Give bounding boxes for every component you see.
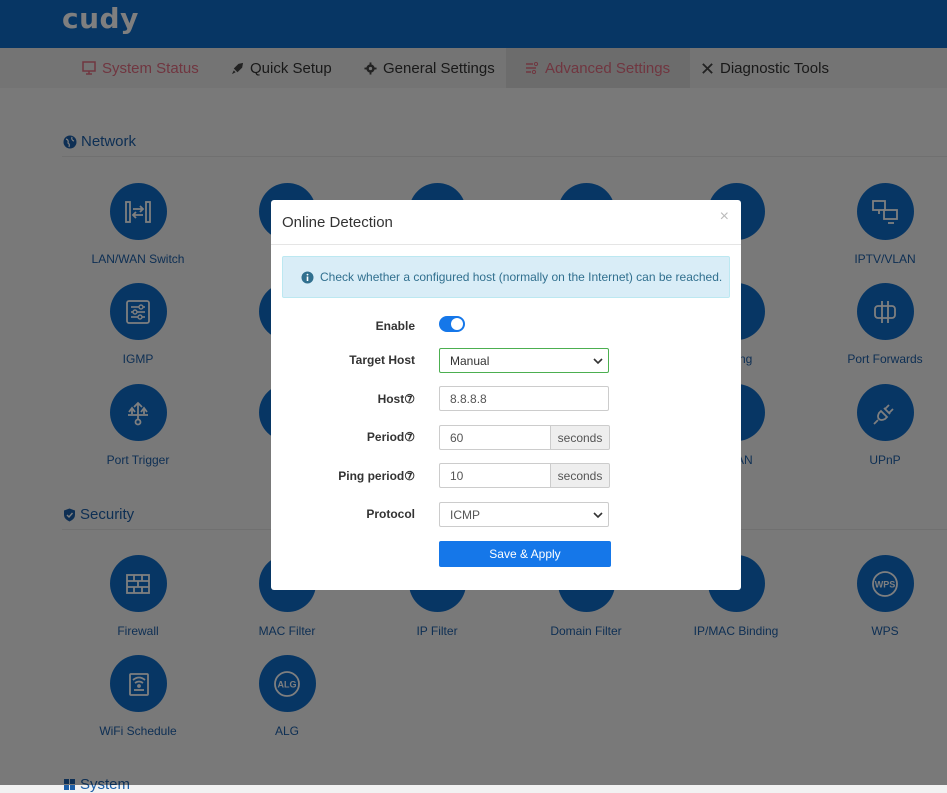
host-label: Host⑦ [377,392,415,406]
ping-period-value: 10 [450,468,464,483]
enable-toggle[interactable] [439,316,465,332]
period-input[interactable]: 60 [439,425,551,450]
protocol-select[interactable]: ICMP [439,502,609,527]
chevron-down-icon [593,511,603,518]
chevron-down-icon [593,357,603,364]
host-input[interactable]: 8.8.8.8 [439,386,609,411]
period-unit: seconds [550,425,610,450]
ping-period-unit: seconds [550,463,610,488]
info-text: Check whether a configured host (normall… [320,270,723,284]
dialog-header-divider [271,244,741,245]
info-alert: Check whether a configured host (normall… [282,256,730,298]
target-host-label: Target Host [349,353,415,367]
close-icon[interactable]: × [720,208,729,226]
target-host-select[interactable]: Manual [439,348,609,373]
online-detection-dialog: Online Detection × Check whether a confi… [271,200,741,590]
ping-period-input[interactable]: 10 [439,463,551,488]
enable-label: Enable [375,319,415,333]
period-label: Period⑦ [366,430,415,444]
dialog-title: Online Detection [282,214,393,231]
ping-period-label: Ping period⑦ [338,469,415,483]
host-value: 8.8.8.8 [450,391,487,406]
info-icon [301,271,314,283]
target-host-value: Manual [450,353,490,368]
period-value: 60 [450,430,464,445]
protocol-value: ICMP [450,507,480,522]
save-apply-button[interactable]: Save & Apply [439,541,611,567]
protocol-label: Protocol [366,507,415,521]
